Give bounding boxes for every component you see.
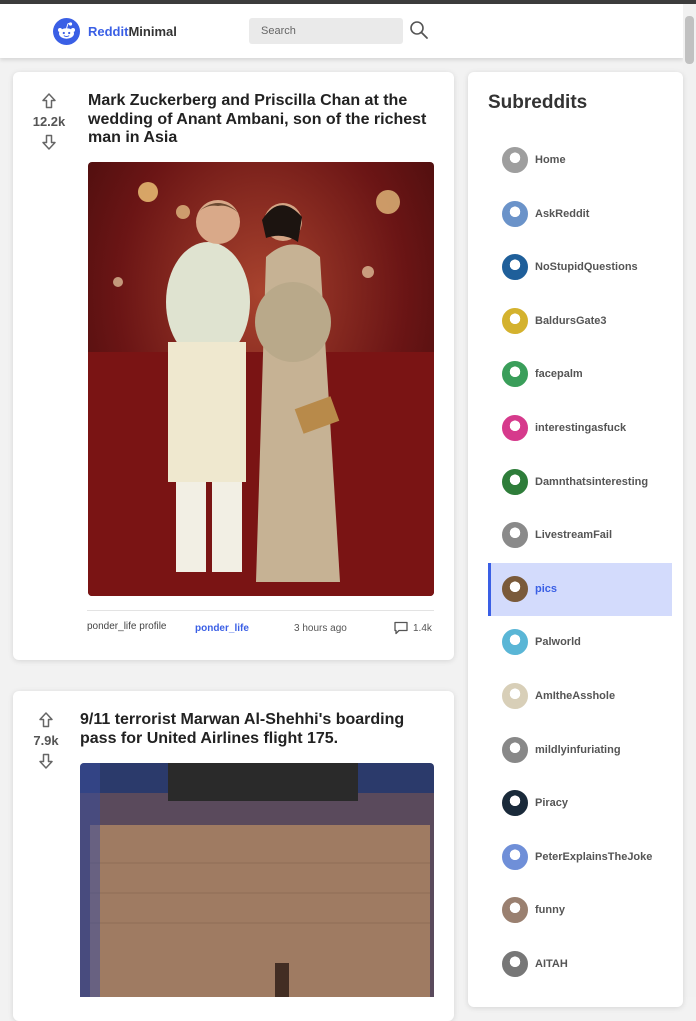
page-scrollbar[interactable] — [683, 4, 696, 997]
sidebar-item-aitah[interactable]: AITAH — [488, 938, 669, 991]
sidebar-item-amitheasshole[interactable]: AmItheAsshole — [488, 670, 669, 723]
subreddit-avatar-icon — [502, 307, 528, 334]
comments-button[interactable]: 1.4k — [393, 621, 432, 635]
sidebar-item-palworld[interactable]: Palworld — [488, 616, 669, 669]
subreddit-avatar-icon — [502, 415, 528, 441]
author-avatar[interactable]: ponder_life profile — [87, 621, 191, 632]
sidebar-item-label: AITAH — [535, 958, 568, 970]
sidebar-item-label: Palworld — [535, 636, 581, 649]
downvote-icon[interactable] — [40, 133, 58, 151]
post-image[interactable] — [80, 763, 434, 997]
sidebar-item-label: funny — [535, 904, 565, 917]
sidebar-item-funny[interactable]: funny — [488, 884, 669, 937]
post-title[interactable]: 9/11 terrorist Marwan Al-Shehhi's boardi… — [80, 711, 430, 748]
brand-name[interactable]: RedditMinimal — [88, 24, 177, 39]
vote-count: 12.2k — [32, 114, 66, 129]
sidebar-item-baldursgate3[interactable]: BaldursGate3 — [488, 295, 669, 348]
sidebar-item-livestreamfail[interactable]: LivestreamFail — [488, 509, 669, 562]
post-card: 7.9k 9/11 terrorist Marwan Al-Shehhi's b… — [13, 691, 454, 1021]
search-input[interactable] — [249, 18, 403, 44]
upvote-icon[interactable] — [37, 711, 55, 729]
comments-count: 1.4k — [413, 623, 432, 634]
subreddit-avatar-icon — [502, 575, 528, 602]
sidebar-item-label: PeterExplainsTheJoke — [535, 850, 653, 863]
sidebar-item-label: Damnthatsinteresting — [535, 475, 649, 488]
sidebar-item-label: NoStupidQuestions — [535, 261, 638, 274]
search-icon[interactable] — [409, 20, 429, 40]
upvote-icon[interactable] — [40, 92, 58, 110]
sidebar-item-label: LivestreamFail — [535, 529, 613, 542]
subreddit-avatar-icon — [502, 629, 528, 656]
author-name[interactable]: ponder_life — [195, 623, 249, 634]
sidebar-item-label: BaldursGate3 — [535, 314, 607, 327]
sidebar-item-peterexplainsthejoke[interactable]: PeterExplainsTheJoke — [488, 831, 669, 884]
subreddit-avatar-icon — [502, 683, 528, 709]
sidebar-item-pics[interactable]: pics — [488, 562, 672, 616]
subreddit-avatar-icon — [502, 254, 528, 281]
brand-accent: Reddit — [88, 24, 129, 39]
sidebar-item-label: pics — [535, 582, 558, 595]
sidebar-item-label: mildlyinfuriating — [535, 743, 621, 756]
subreddit-avatar-icon — [502, 147, 528, 173]
post-meta: ponder_life profile ponder_life 3 hours … — [87, 610, 434, 649]
subreddit-sidebar: Subreddits Home AskReddit NoStupidQuestion… — [468, 72, 683, 1007]
subreddit-avatar-icon — [502, 468, 528, 495]
subreddit-avatar-icon — [502, 200, 528, 227]
sidebar-item-label: facepalm — [535, 368, 583, 381]
sidebar-item-nostupidquestions[interactable]: NoStupidQuestions — [488, 241, 669, 294]
post-image[interactable] — [88, 162, 434, 596]
sidebar-item-label: AmItheAsshole — [535, 690, 616, 702]
post-title[interactable]: Mark Zuckerberg and Priscilla Chan at th… — [88, 92, 438, 148]
post-time: 3 hours ago — [294, 623, 347, 634]
subreddit-avatar-icon — [502, 843, 528, 870]
vote-controls: 7.9k — [26, 711, 66, 770]
subreddit-avatar-icon — [502, 361, 528, 388]
sidebar-item-facepalm[interactable]: facepalm — [488, 348, 669, 401]
vote-controls: 12.2k — [29, 92, 69, 151]
sidebar-item-mildlyinfuriating[interactable]: mildlyinfuriating — [488, 724, 669, 777]
subreddit-avatar-icon — [502, 736, 528, 763]
sidebar-item-askreddit[interactable]: AskReddit — [488, 188, 669, 241]
subreddit-avatar-icon — [502, 522, 528, 549]
sidebar-item-label: Home — [535, 154, 566, 166]
brand-rest: Minimal — [128, 24, 177, 39]
sidebar-item-label: Piracy — [535, 797, 569, 810]
downvote-icon[interactable] — [37, 752, 55, 770]
sidebar-heading: Subreddits — [488, 92, 588, 113]
sidebar-item-interestingasfuck[interactable]: interestingasfuck — [488, 402, 669, 455]
sidebar-item-label: interestingasfuck — [535, 422, 627, 434]
subreddit-avatar-icon — [502, 897, 528, 924]
subreddit-avatar-icon — [502, 951, 528, 977]
sidebar-item-damnthatsinteresting[interactable]: Damnthatsinteresting — [488, 456, 669, 509]
reddit-logo-icon[interactable] — [53, 18, 80, 45]
post-card: 12.2k Mark Zuckerberg and Priscilla Chan… — [13, 72, 454, 660]
header: RedditMinimal — [0, 4, 683, 58]
sidebar-item-piracy[interactable]: Piracy — [488, 777, 669, 830]
scrollbar-thumb[interactable] — [685, 16, 694, 64]
comment-icon — [394, 621, 408, 635]
vote-count: 7.9k — [33, 733, 59, 748]
sidebar-item-home[interactable]: Home — [488, 134, 669, 187]
subreddit-avatar-icon — [502, 790, 528, 817]
sidebar-item-label: AskReddit — [535, 207, 590, 220]
